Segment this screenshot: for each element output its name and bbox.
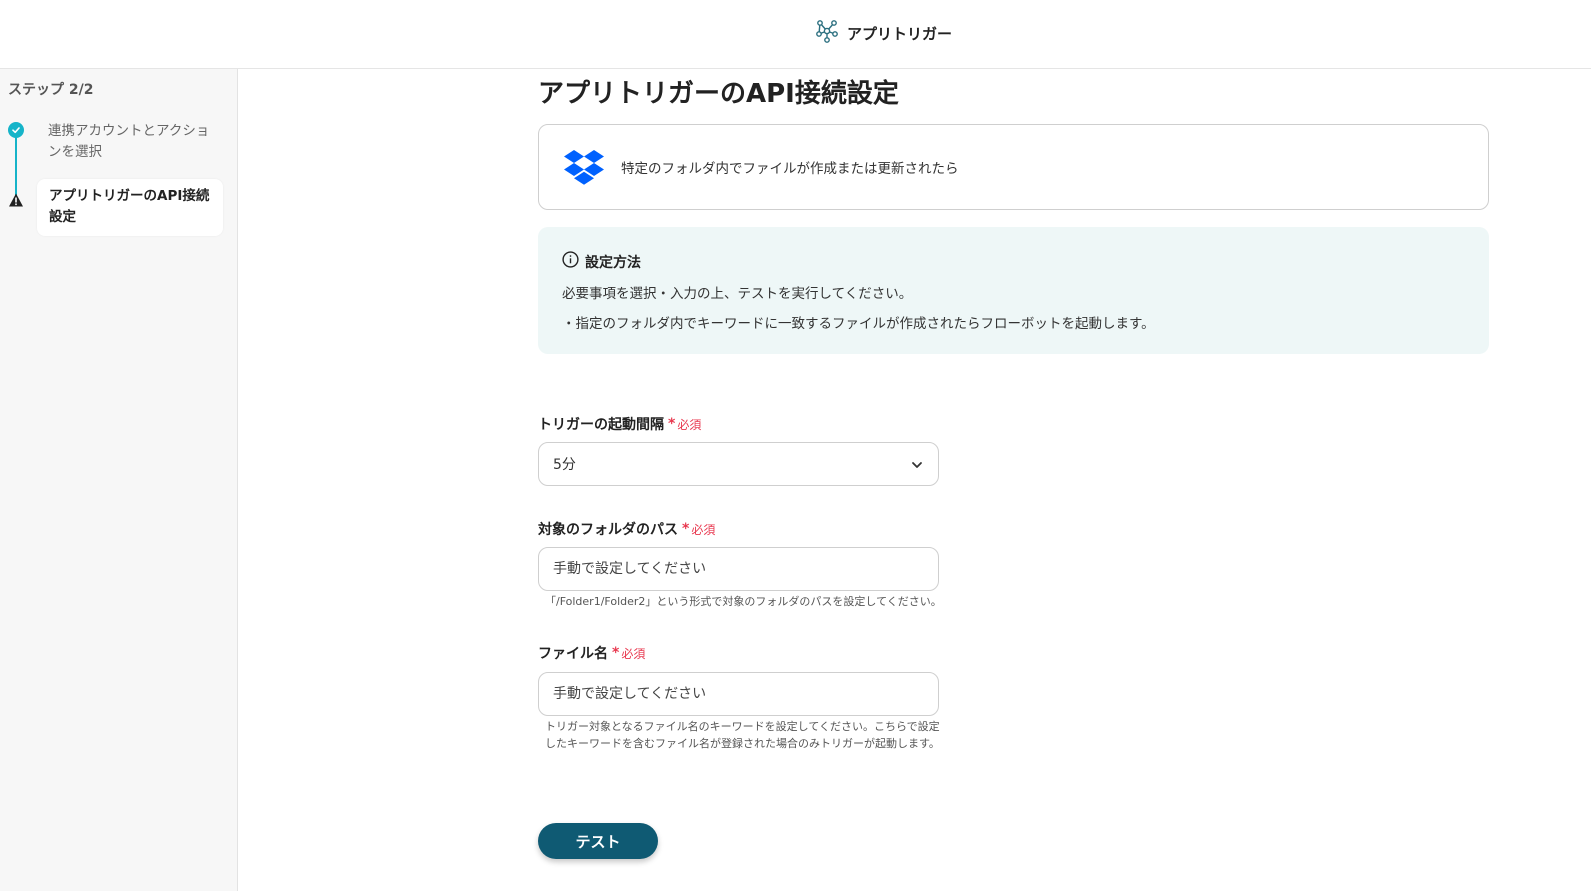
required-text: 必須 <box>677 417 702 432</box>
info-instruction: 必要事項を選択・入力の上、テストを実行してください。 <box>562 286 913 302</box>
folder-path-input[interactable] <box>538 547 939 591</box>
page-title: アプリトリガーのAPI接続設定 <box>538 79 899 109</box>
interval-label: トリガーの起動間隔 * 必須 <box>538 414 701 434</box>
step-sidebar: ステップ 2/2 連携アカウントとアクションを選択 アプリトリガーのAPI接続設… <box>0 69 238 891</box>
sidebar-step-select-account[interactable]: 連携アカウントとアクションを選択 <box>48 121 218 163</box>
app-header: アプリトリガー <box>0 0 1591 69</box>
sidebar-step-api-settings[interactable]: アプリトリガーのAPI接続設定 <box>37 179 223 236</box>
file-name-input[interactable] <box>538 672 939 716</box>
yoom-network-logo-icon <box>815 19 839 47</box>
required-text: 必須 <box>621 646 646 661</box>
info-description: ・指定のフォルダ内でキーワードに一致するファイルが作成されたらフローボットを起動… <box>562 316 1155 332</box>
brand-name: アプリトリガー <box>847 24 953 43</box>
trigger-card: 特定のフォルダ内でファイルが作成または更新されたら <box>538 124 1489 210</box>
folder-path-label: 対象のフォルダのパス * 必須 <box>538 519 715 539</box>
info-icon <box>562 251 579 272</box>
interval-select-value: 5分 <box>553 457 576 473</box>
file-name-label: ファイル名 * 必須 <box>538 643 645 663</box>
check-circle-icon <box>8 122 24 138</box>
trigger-description: 特定のフォルダ内でファイルが作成または更新されたら <box>621 161 959 177</box>
brand: アプリトリガー <box>815 20 952 46</box>
interval-label-text: トリガーの起動間隔 <box>538 417 664 433</box>
folder-path-hint: 「/Folder1/Folder2」という形式で対象のフォルダのパスを設定してく… <box>545 595 942 608</box>
interval-select[interactable]: 5分 <box>538 442 939 486</box>
required-badge: * 必須 <box>612 645 645 662</box>
settings-info-box: 設定方法 必要事項を選択・入力の上、テストを実行してください。 ・指定のフォルダ… <box>538 227 1489 354</box>
info-title: 設定方法 <box>585 254 641 271</box>
required-asterisk-icon: * <box>668 416 676 432</box>
folder-path-label-text: 対象のフォルダのパス <box>538 522 678 538</box>
required-badge: * 必須 <box>682 521 715 538</box>
step-progress-line <box>15 132 17 198</box>
required-asterisk-icon: * <box>612 645 620 661</box>
chevron-down-icon <box>910 458 924 476</box>
warning-triangle-icon <box>8 192 24 208</box>
required-text: 必須 <box>691 522 716 537</box>
step-counter: ステップ 2/2 <box>8 82 94 98</box>
file-name-label-text: ファイル名 <box>538 646 608 662</box>
file-name-hint: トリガー対象となるファイル名のキーワードを設定してください。こちらで設定したキー… <box>545 720 940 750</box>
test-button[interactable]: テスト <box>538 823 658 859</box>
dropbox-icon <box>564 150 604 191</box>
required-asterisk-icon: * <box>682 521 690 537</box>
required-badge: * 必須 <box>668 416 701 433</box>
info-title-row: 設定方法 <box>562 251 641 272</box>
